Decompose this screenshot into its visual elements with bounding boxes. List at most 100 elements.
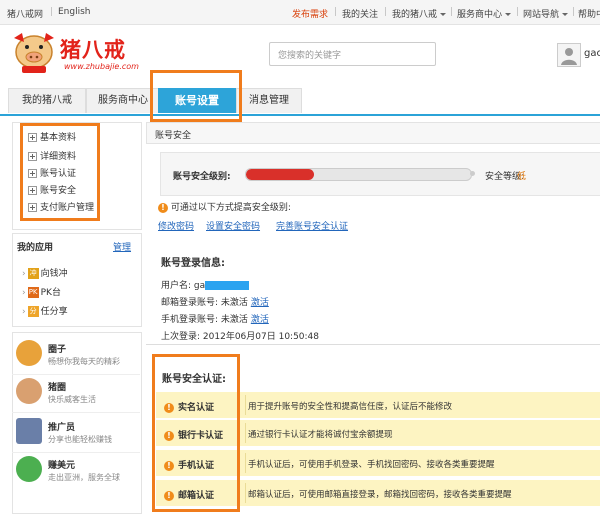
app-item[interactable]: › 冲向钱冲 xyxy=(22,266,68,279)
help-link[interactable]: 帮助中 xyxy=(578,7,600,20)
divider: | xyxy=(450,7,454,17)
promo-subtitle: 快乐威客生活 xyxy=(48,395,96,404)
auth-desc: 通过银行卡认证才能将诚付宝余额提现 xyxy=(248,430,393,440)
provider-center-label: 服务商中心 xyxy=(457,10,503,20)
redacted-mask xyxy=(205,281,250,290)
divider: | xyxy=(572,7,576,17)
site-nav-label: 网站导航 xyxy=(523,10,560,20)
activate-mobile-link[interactable]: 激活 xyxy=(251,315,269,325)
security-level-panel: 账号安全级别: 安全等级: 低 xyxy=(160,152,600,196)
divider: | xyxy=(50,7,54,17)
username-value: ga xyxy=(193,281,206,291)
provider-center-menu[interactable]: 服务商中心 xyxy=(457,7,512,20)
auth-desc: 邮箱认证后，可使用邮箱直接登录，邮箱找回密码，接收各类重要提醒 xyxy=(248,490,512,500)
apps-manage-link[interactable]: 管理 xyxy=(113,240,131,253)
logo-text: 猪八戒 xyxy=(60,37,126,62)
set-security-password-link[interactable]: 设置安全密码 xyxy=(206,219,260,232)
promo-subtitle: 分享也能轻松赚钱 xyxy=(48,435,112,444)
app-item[interactable]: › 分任分享 xyxy=(22,304,68,317)
search-placeholder: 您搜索的关键字 xyxy=(278,51,342,61)
divider xyxy=(245,423,246,443)
app-label: 向钱冲 xyxy=(40,269,68,279)
user-icon xyxy=(561,48,577,65)
arrow-right-icon: › xyxy=(22,307,26,317)
mobile-status: 未激活 xyxy=(220,315,248,325)
pigpen-icon xyxy=(16,378,42,404)
promo-title: 圈子 xyxy=(48,345,67,355)
highlight-box xyxy=(20,123,100,221)
last-login-label: 上次登录: xyxy=(161,332,201,342)
avatar[interactable] xyxy=(557,43,581,67)
security-level-value: 低 xyxy=(517,172,527,182)
app-icon: 分 xyxy=(27,306,39,317)
apps-title: 我的应用 xyxy=(17,243,54,253)
app-icon: 冲 xyxy=(27,268,39,279)
promo-item-pigpen[interactable]: 猪圈 快乐威客生活 xyxy=(12,374,140,413)
tip-text: 可通过以下方式提高安全级别: xyxy=(170,203,291,213)
complete-security-auth-link[interactable]: 完善账号安全认证 xyxy=(276,219,348,232)
divider xyxy=(245,483,246,503)
chevron-down-icon xyxy=(440,13,447,16)
site-home-link[interactable]: 猪八戒网 xyxy=(7,7,43,20)
security-level-fill xyxy=(246,169,314,180)
promoter-icon xyxy=(16,418,42,444)
dollar-icon xyxy=(16,456,42,482)
email-login-row: 邮箱登录账号: 未激活 激活 xyxy=(161,295,269,308)
promo-title: 推广员 xyxy=(48,423,76,433)
security-tip: ! 可通过以下方式提高安全级别: xyxy=(158,200,291,213)
site-nav-menu[interactable]: 网站导航 xyxy=(523,7,569,20)
my-zbj-label: 我的猪八戒 xyxy=(392,10,438,20)
search-input[interactable]: 您搜索的关键字 xyxy=(269,42,436,66)
promo-item-dollar[interactable]: 赚美元 走出亚洲，服务全球 xyxy=(12,452,140,490)
my-follow-link[interactable]: 我的关注 xyxy=(342,7,378,20)
username-label: 用户名: xyxy=(161,281,192,291)
app-item[interactable]: › PK PK台 xyxy=(22,285,61,298)
bar-end-dot xyxy=(470,171,475,176)
activate-email-link[interactable]: 激活 xyxy=(251,298,269,308)
promo-item-circle[interactable]: 圈子 畅想你我每天的精彩 xyxy=(12,336,140,375)
divider: | xyxy=(384,7,388,17)
warning-icon: ! xyxy=(158,202,168,213)
section-title: 账号安全 xyxy=(155,131,192,141)
promo-subtitle: 走出亚洲，服务全球 xyxy=(48,473,120,482)
chevron-down-icon xyxy=(505,13,512,16)
app-label: PK台 xyxy=(40,288,61,298)
tab-provider-center[interactable]: 服务商中心 xyxy=(86,88,160,113)
section-header: 账号安全 xyxy=(146,122,600,144)
promo-title: 猪圈 xyxy=(48,383,67,393)
app-icon: PK xyxy=(27,287,39,298)
arrow-right-icon: › xyxy=(22,288,26,298)
divider: | xyxy=(334,7,338,17)
tab-my-zbj[interactable]: 我的猪八戒 xyxy=(8,88,86,113)
divider xyxy=(245,453,246,473)
email-label: 邮箱登录账号: xyxy=(161,298,219,308)
tab-message-management[interactable]: 消息管理 xyxy=(236,88,302,113)
highlight-box xyxy=(152,354,240,512)
arrow-right-icon: › xyxy=(22,269,26,279)
top-bar: 猪八戒网 | English 发布需求 | 我的关注 | 我的猪八戒 | 服务商… xyxy=(0,0,600,25)
last-login-value: 2012年06月07日 10:50:48 xyxy=(202,332,320,342)
username-row: 用户名: ga xyxy=(161,278,250,291)
auth-desc: 用于提升账号的安全性和提高信任度，认证后不能修改 xyxy=(248,402,453,412)
mobile-label: 手机登录账号: xyxy=(161,315,219,325)
promo-subtitle: 畅想你我每天的精彩 xyxy=(48,357,120,366)
promo-title: 赚美元 xyxy=(48,461,76,471)
divider xyxy=(146,344,600,345)
divider: | xyxy=(516,7,520,17)
promo-item-promoter[interactable]: 推广员 分享也能轻松赚钱 xyxy=(12,414,140,453)
mobile-login-row: 手机登录账号: 未激活 激活 xyxy=(161,312,269,325)
security-level-bar xyxy=(245,168,472,181)
login-info-title: 账号登录信息: xyxy=(161,258,225,269)
pig-mascot-icon xyxy=(14,33,54,73)
language-link[interactable]: English xyxy=(58,7,91,17)
email-status: 未激活 xyxy=(220,298,248,308)
change-password-link[interactable]: 修改密码 xyxy=(158,219,194,232)
app-label: 任分享 xyxy=(40,307,68,317)
divider xyxy=(245,395,246,415)
chevron-down-icon xyxy=(562,13,569,16)
logo-url: www.zhubajie.com xyxy=(64,62,139,71)
username[interactable]: gac xyxy=(584,48,600,59)
post-demand-link[interactable]: 发布需求 xyxy=(292,7,328,20)
my-zbj-menu[interactable]: 我的猪八戒 xyxy=(392,7,447,20)
main-tabs: 我的猪八戒 服务商中心 账号设置 消息管理 xyxy=(0,86,600,116)
